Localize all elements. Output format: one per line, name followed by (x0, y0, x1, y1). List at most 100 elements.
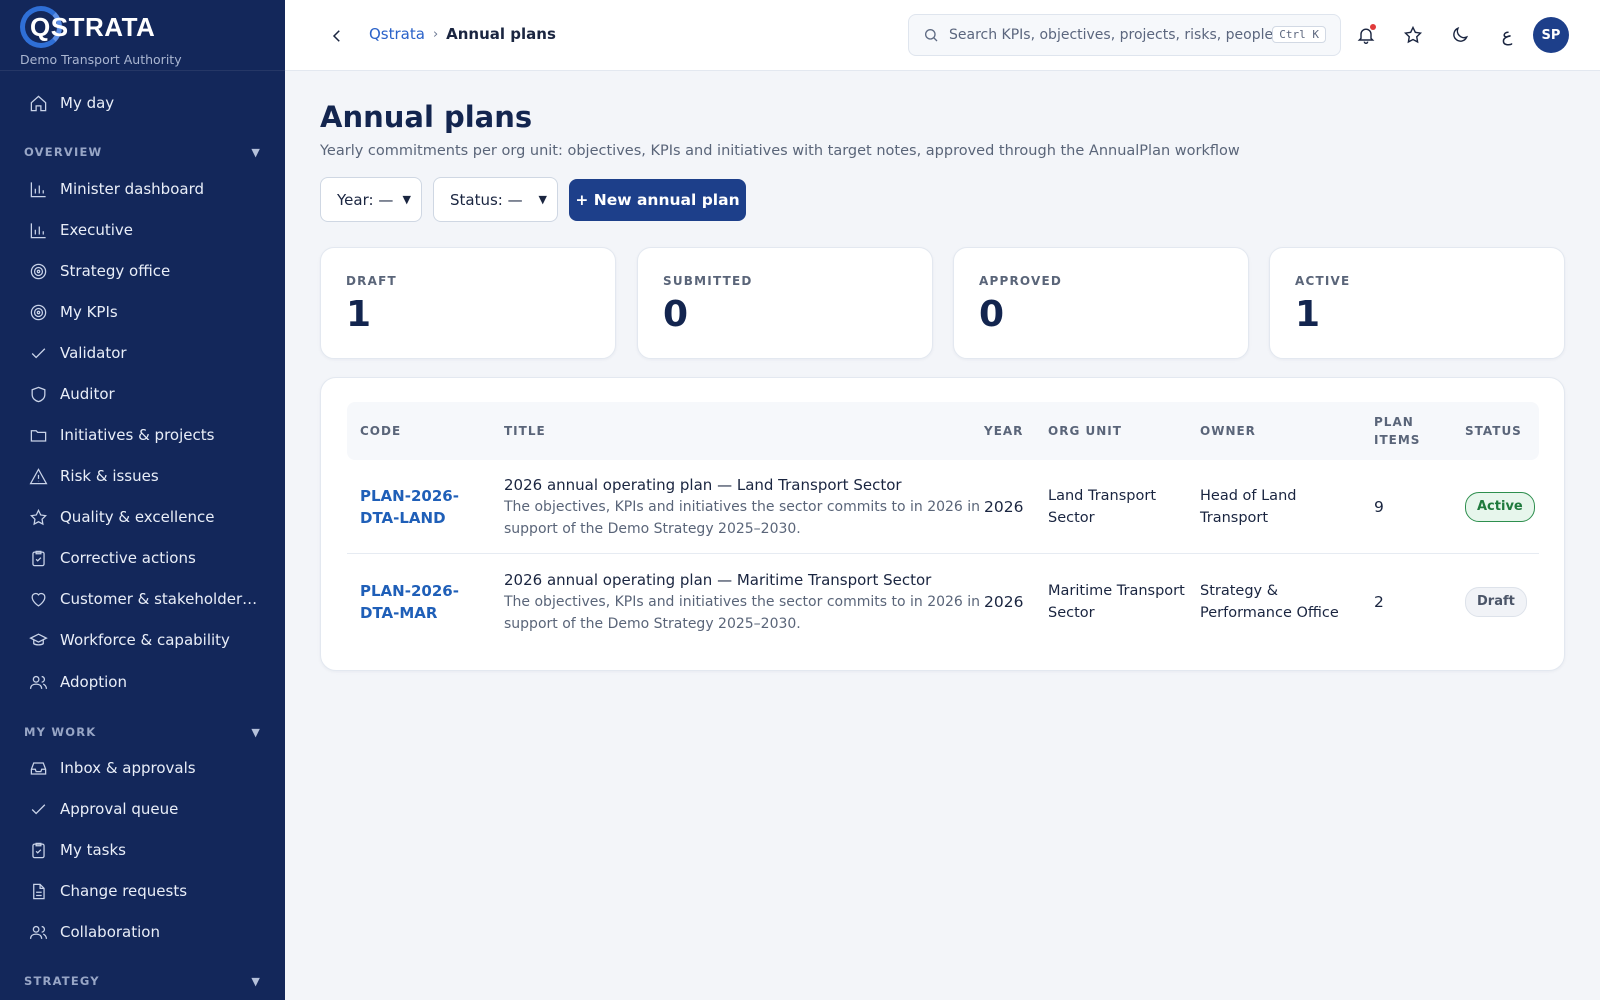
section-my-work[interactable]: MY WORK ▼ (24, 725, 261, 739)
sidebar-item-label: My tasks (60, 841, 126, 859)
stat-card-approved[interactable]: APPROVED 0 (953, 247, 1249, 359)
sidebar-item-workforce-capability[interactable]: Workforce & capability (0, 623, 285, 657)
sidebar: QSTRATA Demo Transport Authority My day … (0, 0, 285, 1000)
breadcrumb: Qstrata › Annual plans (369, 25, 556, 43)
column-header-title[interactable]: TITLE (504, 402, 546, 460)
plan-description: support of the Demo Strategy 2025–2030. (504, 521, 801, 537)
sidebar-item-adoption[interactable]: Adoption (0, 665, 285, 699)
section-label: STRATEGY (24, 974, 100, 988)
sidebar-item-my-day[interactable]: My day (0, 86, 285, 120)
sidebar-item-change-requests[interactable]: Change requests (0, 874, 285, 908)
column-header-plan-items-line1: PLAN (1374, 415, 1414, 429)
status-badge: Active (1465, 492, 1535, 522)
stat-card-draft[interactable]: DRAFT 1 (320, 247, 616, 359)
stat-card-submitted[interactable]: SUBMITTED 0 (637, 247, 933, 359)
breadcrumb-root-link[interactable]: Qstrata (369, 25, 425, 43)
brand: QSTRATA Demo Transport Authority (0, 0, 285, 71)
language-toggle[interactable]: ع (1494, 22, 1520, 48)
year-filter-select[interactable]: Year: — ▼ (320, 177, 422, 222)
sidebar-item-label: My KPIs (60, 303, 118, 321)
logo[interactable]: QSTRATA (20, 6, 265, 48)
sidebar-item-auditor[interactable]: Auditor (0, 377, 285, 411)
sidebar-item-label: Inbox & approvals (60, 759, 196, 777)
home-icon (28, 93, 48, 113)
sidebar-item-collaboration[interactable]: Collaboration (0, 915, 285, 949)
star-icon (1403, 25, 1423, 44)
sidebar-item-label: Quality & excellence (60, 508, 215, 526)
sidebar-item-approval-queue[interactable]: Approval queue (0, 792, 285, 826)
sidebar-item-quality-excellence[interactable]: Quality & excellence (0, 500, 285, 534)
column-header-status[interactable]: STATUS (1465, 402, 1522, 460)
breadcrumb-current: Annual plans (446, 25, 556, 43)
sidebar-item-inbox-approvals[interactable]: Inbox & approvals (0, 751, 285, 785)
plan-description: The objectives, KPIs and initiatives the… (504, 594, 981, 610)
back-button[interactable] (325, 24, 349, 48)
stat-card-active[interactable]: ACTIVE 1 (1269, 247, 1565, 359)
sidebar-item-risk-issues[interactable]: Risk & issues (0, 459, 285, 493)
column-header-plan-items[interactable]: PLAN ITEMS (1374, 402, 1420, 460)
column-header-code[interactable]: CODE (360, 402, 401, 460)
plan-title-cell: 2026 annual operating plan — Maritime Tr… (504, 555, 980, 649)
section-strategy[interactable]: STRATEGY ▼ (24, 974, 261, 988)
sidebar-item-initiatives-projects[interactable]: Initiatives & projects (0, 418, 285, 452)
org-unit-text: Sector (1048, 605, 1095, 621)
favorites-button[interactable] (1400, 22, 1426, 48)
sidebar-item-customer-stakeholder[interactable]: Customer & stakeholder e... (0, 582, 285, 616)
global-search-input[interactable]: Search KPIs, objectives, projects, risks… (908, 14, 1341, 56)
users-icon (28, 672, 48, 692)
sidebar-item-label: Corrective actions (60, 549, 196, 567)
plan-title: 2026 annual operating plan — Land Transp… (504, 476, 902, 494)
status-filter-select[interactable]: Status: — ▼ (433, 177, 558, 222)
search-icon (925, 29, 938, 42)
clipboard-check-icon (28, 548, 48, 568)
stat-label: SUBMITTED (663, 274, 753, 288)
stat-label: APPROVED (979, 274, 1063, 288)
column-header-org-unit[interactable]: ORG UNIT (1048, 402, 1122, 460)
sidebar-item-my-tasks[interactable]: My tasks (0, 833, 285, 867)
stat-value: 0 (979, 294, 1005, 335)
section-overview[interactable]: OVERVIEW ▼ (24, 145, 261, 159)
plan-code-link[interactable]: PLAN-2026- DTA-MAR (360, 555, 459, 649)
inbox-icon (28, 758, 48, 778)
stat-label: ACTIVE (1295, 274, 1351, 288)
dark-mode-toggle[interactable] (1447, 22, 1473, 48)
annual-plans-table: CODE TITLE YEAR ORG UNIT OWNER PLAN ITEM… (320, 377, 1565, 671)
owner-text: Strategy & (1200, 583, 1279, 599)
sidebar-item-minister-dashboard[interactable]: Minister dashboard (0, 172, 285, 206)
sidebar-item-label: Workforce & capability (60, 631, 230, 649)
plan-description: support of the Demo Strategy 2025–2030. (504, 616, 801, 632)
plan-items-count: 9 (1374, 498, 1384, 516)
users-icon (28, 922, 48, 942)
user-avatar[interactable]: SP (1533, 17, 1569, 53)
sidebar-item-my-kpis[interactable]: My KPIs (0, 295, 285, 329)
table-row[interactable]: PLAN-2026- DTA-MAR 2026 annual operating… (347, 555, 1539, 649)
section-label: OVERVIEW (24, 145, 103, 159)
column-header-year[interactable]: YEAR (984, 402, 1023, 460)
caret-down-icon: ▼ (251, 725, 261, 739)
sidebar-item-corrective-actions[interactable]: Corrective actions (0, 541, 285, 575)
caret-down-icon: ▼ (251, 145, 261, 159)
plan-code-part: PLAN-2026- (360, 582, 459, 600)
notifications-button[interactable] (1353, 22, 1379, 48)
plan-code-link[interactable]: PLAN-2026- DTA-LAND (360, 460, 459, 554)
org-unit-text: Land Transport (1048, 488, 1157, 504)
sidebar-item-validator[interactable]: Validator (0, 336, 285, 370)
sidebar-item-label: Customer & stakeholder e... (60, 590, 260, 608)
heart-icon (28, 589, 48, 609)
shield-icon (28, 384, 48, 404)
status-badge: Draft (1465, 587, 1527, 617)
table-row[interactable]: PLAN-2026- DTA-LAND 2026 annual operatin… (347, 460, 1539, 554)
chevron-down-icon: ▼ (402, 193, 411, 206)
sidebar-item-strategy-office[interactable]: Strategy office (0, 254, 285, 288)
sidebar-item-label: Strategy office (60, 262, 171, 280)
plan-items-count: 2 (1374, 593, 1384, 611)
new-annual-plan-button[interactable]: + New annual plan (569, 179, 746, 221)
sidebar-item-label: Initiatives & projects (60, 426, 215, 444)
plan-title: 2026 annual operating plan — Maritime Tr… (504, 571, 932, 589)
target-icon (28, 302, 48, 322)
sidebar-item-label: Executive (60, 221, 134, 239)
page-title: Annual plans (320, 100, 533, 134)
stat-value: 0 (663, 294, 689, 335)
column-header-owner[interactable]: OWNER (1200, 402, 1256, 460)
sidebar-item-executive[interactable]: Executive (0, 213, 285, 247)
